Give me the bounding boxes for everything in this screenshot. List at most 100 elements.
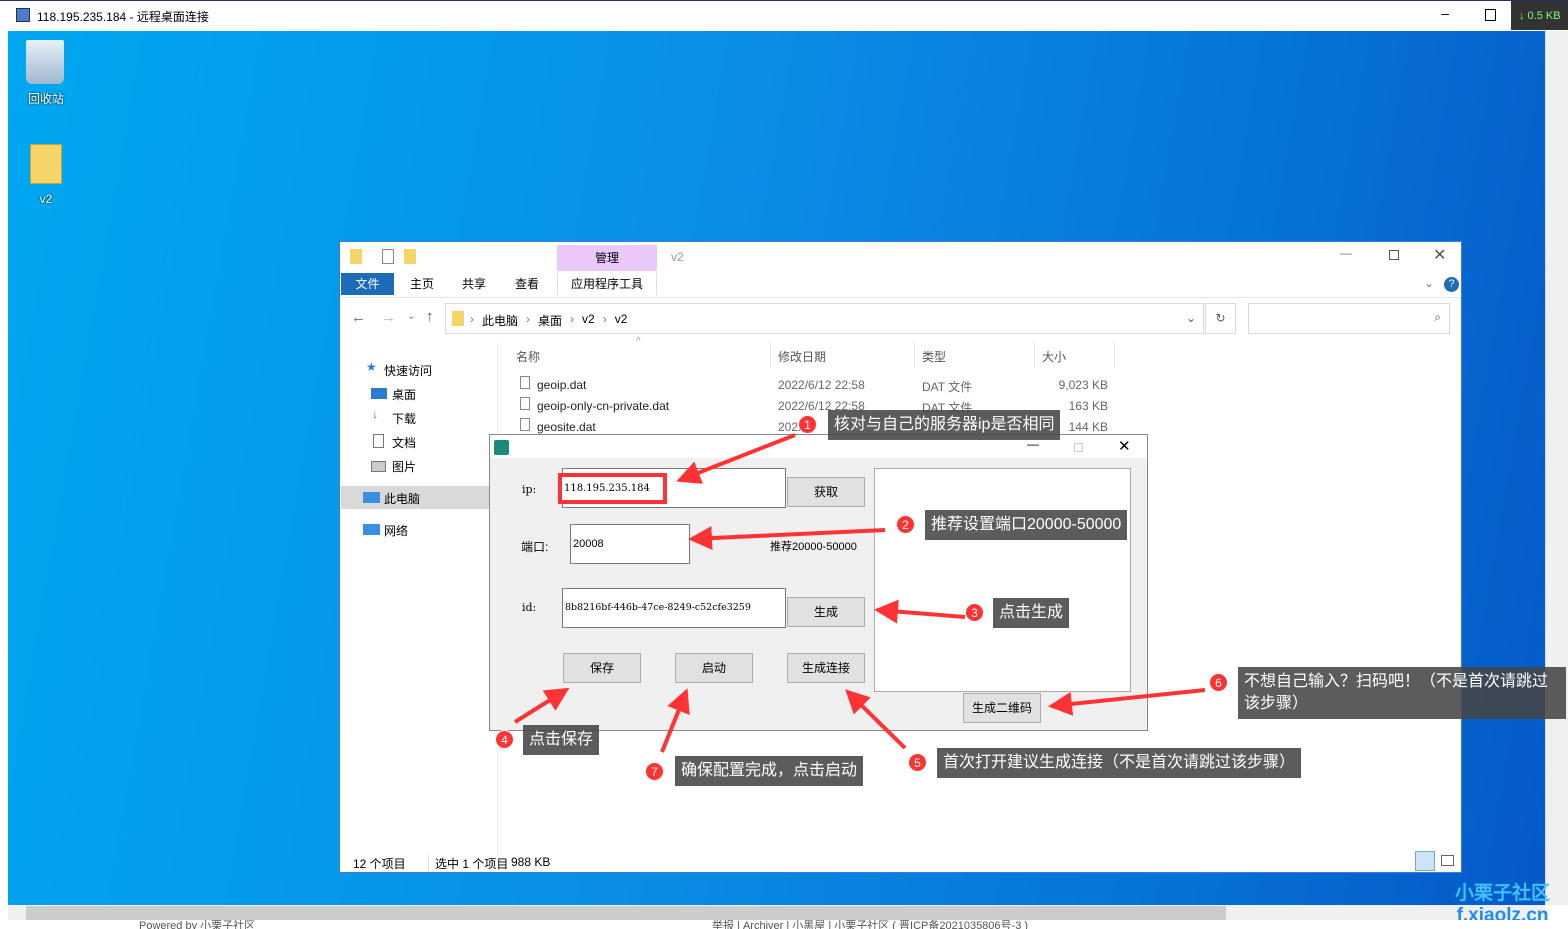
nav-quick-access[interactable]: 快速访问: [384, 362, 432, 379]
computer-icon: [363, 492, 380, 503]
recycle-bin-icon[interactable]: [26, 40, 64, 84]
file-date: 2022/6/12 22:58: [778, 378, 865, 392]
step-2-note: 推荐设置端口20000-50000: [925, 510, 1128, 540]
tab-file[interactable]: 文件: [341, 273, 394, 295]
search-input[interactable]: ⌕: [1248, 303, 1450, 334]
breadcrumb-item[interactable]: v2: [615, 312, 628, 329]
step-7-note: 确保配置完成，点击启动: [675, 756, 864, 786]
scrollbar-thumb[interactable]: [26, 906, 1226, 920]
explorer-title: v2: [671, 250, 684, 264]
v2-config-dialog: — ✕ ip: 118.195.235.184 获取 端口: 20008 推荐2…: [489, 434, 1148, 731]
nav-downloads[interactable]: 下载: [392, 410, 416, 427]
file-size: 9,023 KB: [1058, 378, 1108, 392]
page-footer: Powered by 小栗子社区 举报 | Archiver | 小黑屋 | 小…: [0, 920, 1568, 929]
column-date[interactable]: 修改日期: [778, 348, 826, 365]
generate-link-button[interactable]: 生成连接: [787, 653, 865, 683]
ip-highlight-box: 118.195.235.184: [558, 473, 667, 504]
close-button[interactable]: ✕: [1433, 245, 1446, 265]
minimize-button[interactable]: —: [1340, 246, 1352, 260]
id-label: id:: [522, 601, 537, 614]
folder-icon[interactable]: [30, 144, 62, 184]
ribbon-expand-icon[interactable]: ⌄: [1424, 276, 1434, 290]
tab-view[interactable]: 查看: [515, 273, 539, 295]
context-tab-manage[interactable]: 管理: [557, 245, 657, 271]
breadcrumb-item[interactable]: 桌面: [538, 312, 562, 329]
help-icon[interactable]: ?: [1444, 277, 1459, 292]
port-hint: 推荐20000-50000: [770, 541, 857, 553]
nav-documents[interactable]: 文档: [392, 434, 416, 451]
nav-desktop[interactable]: 桌面: [392, 386, 416, 403]
step-7-badge: 7: [645, 762, 664, 781]
nav-network[interactable]: 网络: [384, 522, 408, 539]
properties-icon[interactable]: [382, 249, 394, 264]
nav-this-pc[interactable]: 此电脑: [384, 490, 420, 507]
footer-powered[interactable]: Powered by 小栗子社区: [139, 920, 255, 929]
tab-home[interactable]: 主页: [410, 273, 434, 295]
step-5-badge: 5: [908, 753, 927, 772]
back-button[interactable]: ←: [351, 309, 366, 326]
download-icon: ↓: [372, 407, 378, 421]
port-label: 端口:: [521, 540, 549, 554]
breadcrumb-item[interactable]: 此电脑: [482, 312, 518, 329]
ip-label: ip:: [522, 483, 537, 496]
vertical-scrollbar[interactable]: [1545, 31, 1568, 905]
status-count: 12 个项目: [353, 857, 406, 871]
file-name: geoip-only-cn-private.dat: [537, 399, 670, 413]
net-speed-widget: ↓ 0.5 KB: [1511, 1, 1568, 30]
maximize-button[interactable]: [1485, 9, 1496, 21]
column-type[interactable]: 类型: [922, 348, 946, 365]
rdp-title-bar: 118.195.235.184 - 远程桌面连接 – ↓ 0.5 KB: [0, 0, 1568, 31]
breadcrumb-item[interactable]: v2: [582, 312, 595, 329]
nav-pictures[interactable]: 图片: [392, 458, 416, 475]
close-button[interactable]: ✕: [1118, 437, 1131, 455]
details-view-button[interactable]: [1415, 851, 1435, 871]
file-icon: [520, 376, 530, 389]
new-folder-icon[interactable]: [404, 249, 416, 264]
id-input[interactable]: 8b8216bf-446b-47ce-8249-c52cfe3259: [562, 588, 786, 628]
step-1-note: 核对与自己的服务器ip是否相同: [828, 410, 1061, 440]
pictures-icon: [371, 461, 386, 472]
refresh-button[interactable]: ↻: [1205, 303, 1236, 334]
file-icon: [520, 418, 530, 431]
column-name[interactable]: 名称: [516, 348, 540, 365]
generate-qr-button[interactable]: 生成二维码: [963, 693, 1041, 723]
folder-icon: [452, 311, 464, 326]
start-button[interactable]: 启动: [675, 653, 753, 683]
desktop-icon: [371, 388, 387, 399]
save-button[interactable]: 保存: [563, 653, 641, 683]
up-button[interactable]: ↑: [426, 308, 434, 325]
step-4-note: 点击保存: [523, 725, 600, 755]
large-icons-view-button[interactable]: [1441, 855, 1454, 866]
horizontal-scrollbar[interactable]: [8, 905, 1545, 921]
port-input[interactable]: 20008: [570, 524, 690, 564]
address-bar[interactable]: › 此电脑 › 桌面 › v2 › v2 ⌄: [445, 303, 1204, 334]
output-panel: [874, 468, 1131, 692]
file-icon: [520, 397, 530, 410]
sort-up-icon: ^: [636, 336, 641, 347]
step-2-badge: 2: [896, 515, 915, 534]
column-size[interactable]: 大小: [1042, 348, 1066, 365]
app-icon: [494, 440, 509, 455]
file-type: DAT 文件: [922, 380, 973, 394]
forward-button[interactable]: →: [381, 309, 396, 326]
network-icon: [363, 524, 380, 535]
generate-button[interactable]: 生成: [787, 597, 865, 627]
maximize-button[interactable]: [1074, 443, 1083, 452]
maximize-button[interactable]: [1389, 250, 1399, 260]
step-5-note: 首次打开建议生成连接（不是首次请跳过该步骤）: [937, 748, 1302, 778]
tab-share[interactable]: 共享: [462, 273, 486, 295]
search-icon: ⌕: [1434, 310, 1441, 324]
file-name: geoip.dat: [537, 378, 587, 392]
step-3-badge: 3: [965, 603, 984, 622]
window-title: 118.195.235.184 - 远程桌面连接: [37, 10, 209, 24]
recent-dropdown[interactable]: ⌄: [407, 311, 415, 322]
footer-links[interactable]: 举报 | Archiver | 小黑屋 | 小栗子社区 ( 晋ICP备20210…: [712, 920, 1028, 929]
chevron-down-icon[interactable]: ⌄: [1186, 311, 1196, 325]
fetch-button[interactable]: 获取: [787, 477, 865, 507]
folder-label: v2: [39, 192, 53, 206]
star-icon: ★: [366, 360, 377, 374]
document-icon: [373, 434, 384, 448]
minimize-button[interactable]: –: [1435, 5, 1455, 21]
folder-icon: [350, 249, 362, 264]
tab-app-tools[interactable]: 应用程序工具: [557, 273, 657, 295]
